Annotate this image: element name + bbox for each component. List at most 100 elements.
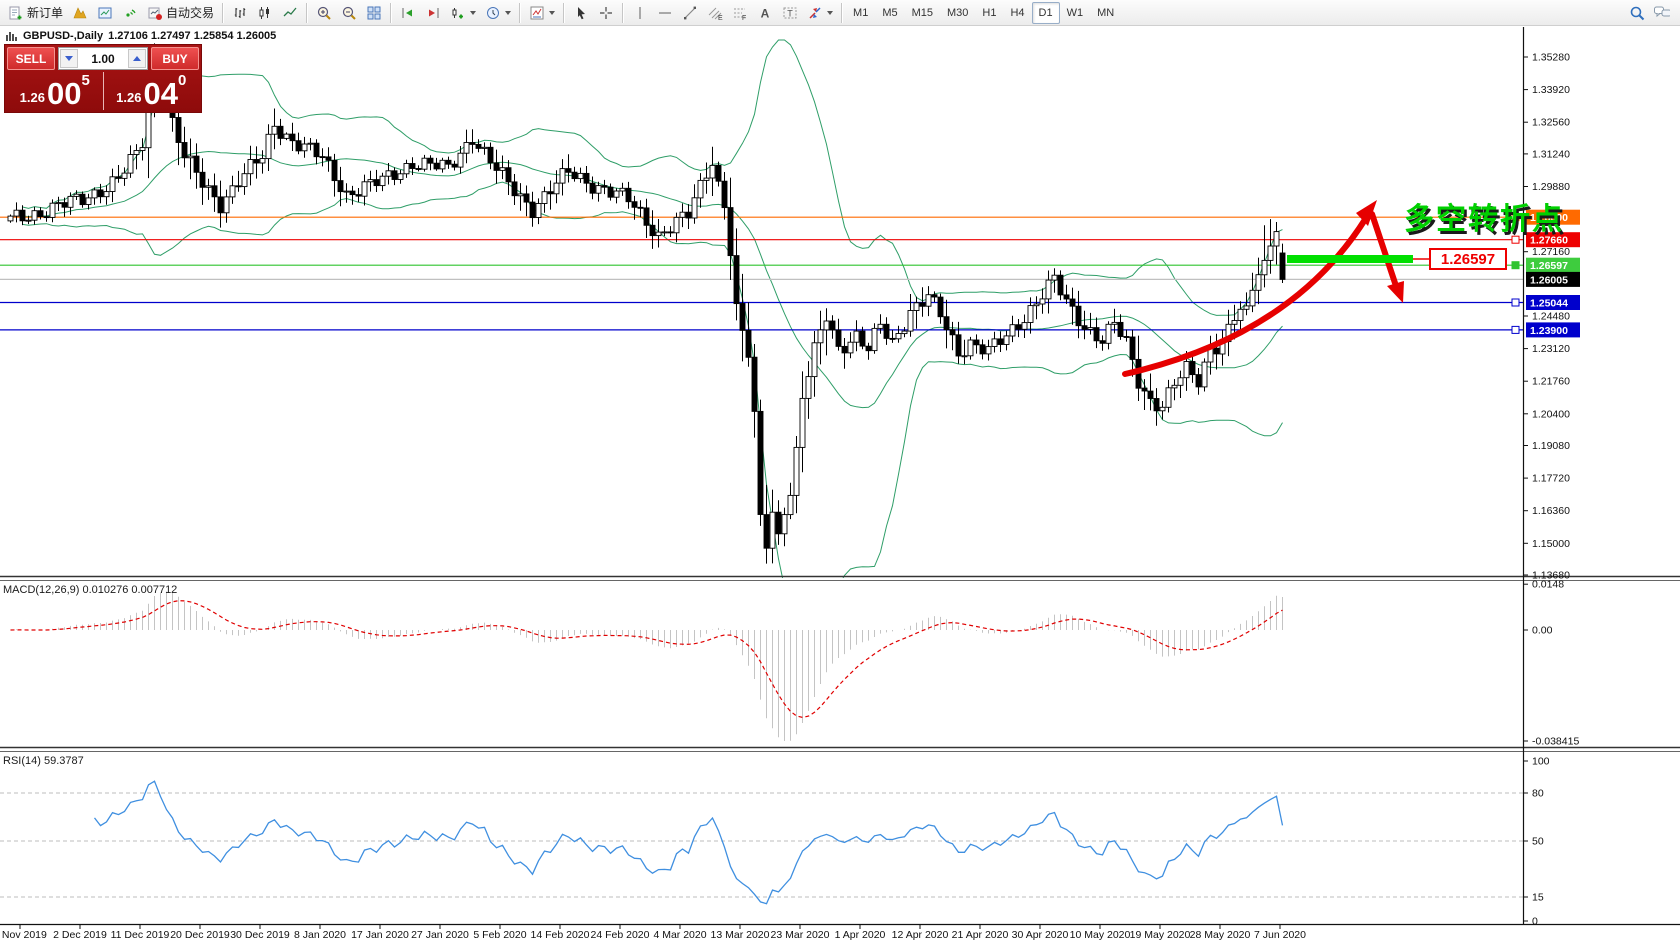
candle (596, 186, 601, 194)
price-chart[interactable]: 1.352801.339201.325601.312401.298801.271… (0, 0, 1680, 943)
label-button[interactable]: T (777, 1, 802, 25)
volume-decrease-button[interactable] (60, 49, 78, 68)
line-handle[interactable] (1512, 262, 1519, 269)
buy-button[interactable]: BUY (151, 47, 199, 70)
main-pane[interactable] (0, 40, 1523, 626)
candle (488, 147, 493, 163)
candle (632, 202, 637, 208)
toolbar-separator (841, 3, 842, 23)
candle (884, 324, 889, 338)
candle (446, 160, 451, 164)
timeframe-MN[interactable]: MN (1090, 2, 1121, 24)
line-chart-button[interactable] (277, 1, 302, 25)
toolbar-separator (519, 3, 520, 23)
timeframe-H4[interactable]: H4 (1003, 2, 1031, 24)
templates-button[interactable] (524, 1, 559, 25)
cursor-button[interactable] (568, 1, 593, 25)
volume-value[interactable]: 1.00 (79, 48, 127, 69)
candle (950, 330, 955, 335)
candle (308, 143, 313, 144)
candle (740, 304, 745, 331)
candle (914, 303, 919, 311)
support-level-bar[interactable] (1287, 255, 1413, 263)
timeframe-group: M1M5M15M30H1H4D1W1MN (846, 2, 1121, 24)
buy-price[interactable]: 1.26 04 0 (104, 72, 200, 110)
autotrading-button[interactable]: 自动交易 (142, 1, 218, 25)
candle (1202, 362, 1207, 387)
sell-price[interactable]: 1.26 00 5 (7, 72, 104, 110)
candlestick-chart-button[interactable] (252, 1, 277, 25)
crosshair-button[interactable] (593, 1, 618, 25)
timeframe-H1[interactable]: H1 (975, 2, 1003, 24)
chat-button[interactable] (1649, 1, 1674, 25)
toolbar-right (1624, 1, 1674, 25)
volume-spinner: 1.00 (58, 47, 148, 70)
auto-scroll-button[interactable] (395, 1, 420, 25)
rsi-axis[interactable]: 1008050150 (1523, 756, 1550, 928)
periods-button[interactable] (480, 1, 515, 25)
candle (476, 144, 481, 148)
volume-increase-button[interactable] (128, 49, 146, 68)
timeframe-D1[interactable]: D1 (1032, 2, 1060, 24)
candle (1160, 407, 1165, 411)
line-handle[interactable] (1512, 326, 1519, 333)
vertical-line-button[interactable] (627, 1, 652, 25)
signals-button[interactable] (117, 1, 142, 25)
triangle-down-icon (65, 56, 73, 61)
candle (788, 495, 793, 514)
candle (674, 217, 679, 232)
candle (1130, 337, 1135, 359)
line-handle[interactable] (1512, 299, 1519, 306)
candle (1112, 322, 1117, 324)
timeframe-M30[interactable]: M30 (940, 2, 975, 24)
candle (794, 447, 799, 495)
macd-pane[interactable] (11, 592, 1283, 742)
candle (926, 295, 931, 307)
candle (638, 207, 643, 208)
uptrend-arrow[interactable] (1125, 218, 1366, 374)
horizontal-line-button[interactable] (652, 1, 677, 25)
price-level-label[interactable]: 1.26597 (1429, 248, 1507, 270)
timeframe-M1[interactable]: M1 (846, 2, 875, 24)
charts-window-button[interactable] (92, 1, 117, 25)
new-chart-icon (449, 4, 466, 21)
chart-shift-button[interactable] (420, 1, 445, 25)
text-button[interactable]: A (752, 1, 777, 25)
timeframe-M15[interactable]: M15 (905, 2, 940, 24)
search-button[interactable] (1624, 1, 1649, 25)
date-label: 13 Mar 2020 (711, 929, 770, 941)
candle (518, 194, 523, 196)
tile-windows-button[interactable] (361, 1, 386, 25)
timeframe-M5[interactable]: M5 (875, 2, 904, 24)
timeframe-W1[interactable]: W1 (1060, 2, 1091, 24)
time-axis[interactable]: 2 Nov 20192 Dec 201911 Dec 201920 Dec 20… (0, 925, 1306, 941)
price-tick-label: 1.19080 (1532, 440, 1570, 452)
toolbar: 新订单 自动交易 E F A T (0, 0, 1680, 26)
new-order-button[interactable]: 新订单 (3, 1, 67, 25)
price-tick-label: 1.32560 (1532, 117, 1570, 129)
candle (734, 256, 739, 304)
turning-point-annotation[interactable]: 多空转折点 (1404, 194, 1564, 238)
reversal-arrow[interactable] (1372, 214, 1395, 283)
candle (944, 317, 949, 330)
metaquotes-button[interactable] (67, 1, 92, 25)
date-label: 19 May 2020 (1130, 929, 1191, 941)
new-chart-button[interactable] (445, 1, 480, 25)
price-axis[interactable]: 1.352801.339201.325601.312401.298801.271… (1512, 52, 1580, 582)
macd-axis[interactable]: 0.01480.00-0.038415 (1523, 579, 1579, 748)
zoom-out-button[interactable] (336, 1, 361, 25)
candle (836, 330, 841, 346)
rsi-pane[interactable] (0, 781, 1523, 904)
candle (494, 163, 499, 171)
candle (410, 164, 415, 169)
candle (416, 169, 421, 170)
zoom-in-button[interactable] (311, 1, 336, 25)
trendline-button[interactable] (677, 1, 702, 25)
candle (758, 411, 763, 514)
candle (908, 311, 913, 332)
equidistant-channel-button[interactable]: E (702, 1, 727, 25)
bar-chart-button[interactable] (227, 1, 252, 25)
fibonacci-button[interactable]: F (727, 1, 752, 25)
arrows-button[interactable] (802, 1, 837, 25)
sell-button[interactable]: SELL (7, 47, 55, 70)
